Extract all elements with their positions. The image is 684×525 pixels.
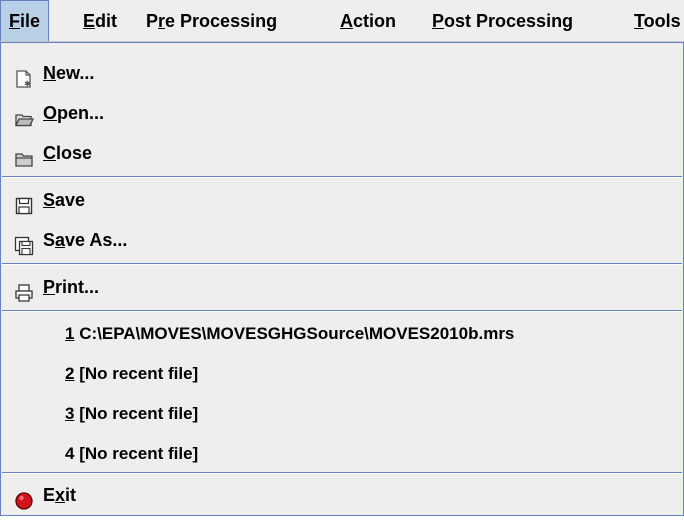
menu-item-label: Exit: [43, 485, 77, 505]
menu-separator: [2, 472, 682, 474]
mnemonic: P: [43, 277, 56, 297]
mnemonic: O: [43, 103, 58, 123]
menu-item-label: 2 [No recent file]: [65, 364, 199, 383]
mnemonic: r: [158, 11, 166, 31]
mnemonic: A: [340, 11, 353, 31]
menu-pre-processing[interactable]: Pre Processing: [138, 0, 285, 41]
open-folder-icon: [14, 103, 35, 127]
mnemonic: C: [43, 143, 56, 163]
mnemonic: N: [43, 63, 56, 83]
menu-separator: [2, 310, 682, 312]
menu-item-label: Print...: [43, 277, 100, 297]
printer-icon: [14, 277, 34, 302]
menu-item-exit[interactable]: Exit: [1, 475, 683, 515]
mnemonic: a: [55, 230, 66, 250]
menu-item-label: Close: [43, 143, 93, 163]
menu-item-open[interactable]: Open...: [1, 93, 683, 133]
recent-file-item-3[interactable]: 3 [No recent file]: [1, 394, 683, 434]
file-menu-dropdown: New... Open... Close Save Save As... Pri…: [0, 42, 684, 516]
menu-item-new[interactable]: New...: [1, 53, 683, 93]
save-disk-icon: [14, 190, 34, 215]
menu-item-save[interactable]: Save: [1, 180, 683, 220]
recent-file-item-1[interactable]: 1 C:\EPA\MOVES\MOVESGHGSource\MOVES2010b…: [1, 314, 683, 354]
menu-file[interactable]: File: [0, 0, 50, 41]
menu-separator: [2, 263, 682, 265]
mnemonic: E: [83, 11, 96, 31]
menu-item-label: Save As...: [43, 230, 128, 250]
menu-action[interactable]: Action: [332, 0, 404, 41]
menu-item-print[interactable]: Print...: [1, 267, 683, 307]
mnemonic: x: [55, 485, 66, 505]
menu-bar: File Edit Pre Processing Action Post Pro…: [0, 0, 684, 42]
menu-separator: [2, 176, 682, 178]
menu-item-label: 4 [No recent file]: [65, 444, 199, 463]
recent-file-item-2[interactable]: 2 [No recent file]: [1, 354, 683, 394]
menu-item-save-as[interactable]: Save As...: [1, 220, 683, 260]
menu-tools[interactable]: Tools: [626, 0, 684, 41]
exit-stop-icon: [14, 485, 34, 510]
mnemonic: F: [9, 11, 20, 31]
menu-item-label: 3 [No recent file]: [65, 404, 199, 423]
menu-item-label: 1 C:\EPA\MOVES\MOVESGHGSource\MOVES2010b…: [65, 324, 515, 343]
recent-file-item-4[interactable]: 4 [No recent file]: [1, 434, 683, 474]
menu-edit[interactable]: Edit: [75, 0, 125, 41]
menu-item-label: Save: [43, 190, 86, 210]
menu-item-label: Open...: [43, 103, 105, 123]
new-file-icon: [14, 63, 34, 88]
mnemonic: P: [432, 11, 445, 31]
closed-folder-icon: [14, 143, 34, 167]
menu-post-processing[interactable]: Post Processing: [424, 0, 581, 41]
save-as-disk-icon: [14, 230, 34, 256]
menu-item-label: New...: [43, 63, 95, 83]
mnemonic: S: [43, 190, 56, 210]
menu-item-close[interactable]: Close: [1, 133, 683, 173]
mnemonic: T: [634, 11, 644, 31]
